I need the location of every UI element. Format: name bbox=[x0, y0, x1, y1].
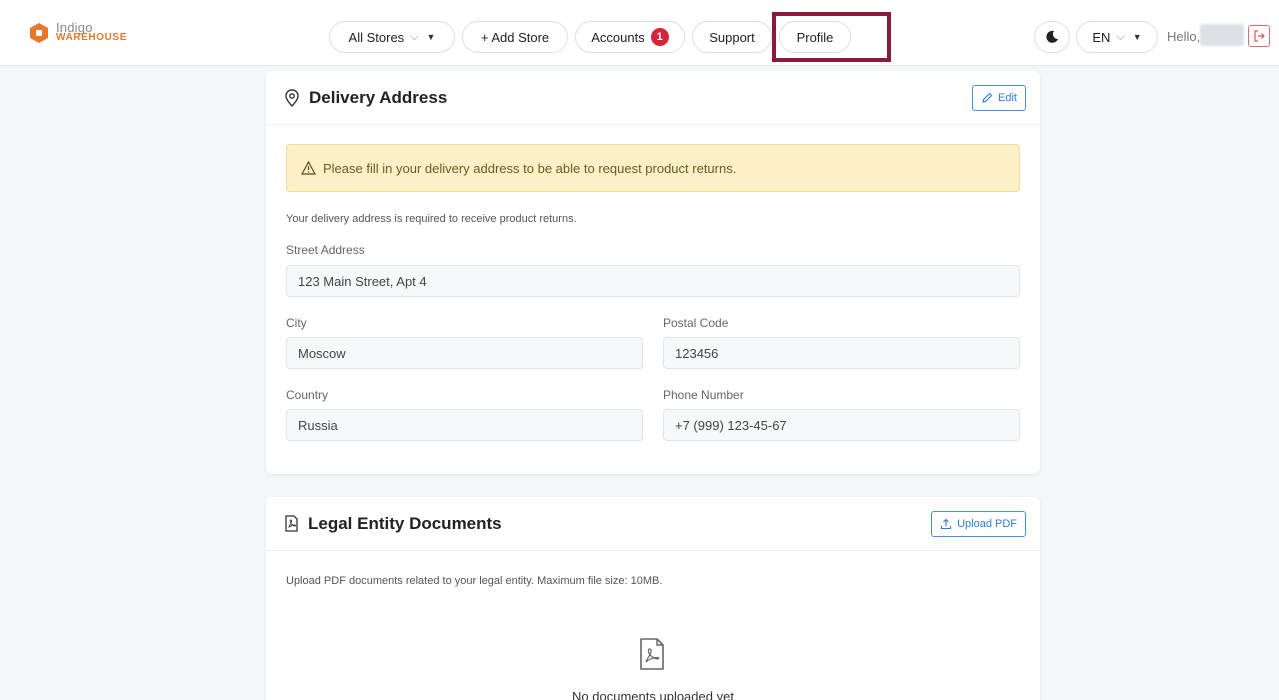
empty-state-text: No documents uploaded yet bbox=[572, 689, 734, 700]
delivery-card-header: Delivery Address Edit bbox=[266, 71, 1040, 125]
logo-text-bottom: WAREHOUSE bbox=[56, 32, 127, 43]
support-label: Support bbox=[709, 29, 755, 45]
legal-description: Upload PDF documents related to your leg… bbox=[286, 575, 663, 587]
logout-icon bbox=[1254, 30, 1265, 42]
street-input[interactable]: 123 Main Street, Apt 4 bbox=[286, 265, 1020, 297]
postal-label: Postal Code bbox=[663, 316, 729, 330]
logout-button[interactable] bbox=[1248, 25, 1270, 47]
accounts-badge: 1 bbox=[650, 28, 669, 46]
username-redacted bbox=[1200, 24, 1244, 46]
caret-down-icon: ▼ bbox=[426, 32, 436, 42]
top-header: Indigo WAREHOUSE All Stores ⌵ ▼ + Add St… bbox=[0, 0, 1279, 66]
legal-card-header: Legal Entity Documents Upload PDF bbox=[266, 497, 1040, 551]
edit-button[interactable]: Edit bbox=[972, 85, 1026, 111]
theme-toggle-button[interactable] bbox=[1034, 21, 1070, 53]
warning-alert: Please fill in your delivery address to … bbox=[286, 144, 1020, 192]
logo[interactable]: Indigo WAREHOUSE bbox=[28, 21, 127, 44]
city-label: City bbox=[286, 316, 307, 330]
moon-icon bbox=[1046, 30, 1058, 43]
profile-label: Profile bbox=[796, 29, 834, 45]
logo-icon bbox=[30, 23, 48, 43]
store-selector-label: All Stores bbox=[348, 29, 405, 45]
support-button[interactable]: Support bbox=[692, 21, 772, 53]
city-input[interactable]: Moscow bbox=[286, 337, 643, 369]
street-label: Street Address bbox=[286, 243, 365, 257]
greeting-text: Hello, bbox=[1167, 29, 1201, 44]
postal-input[interactable]: 123456 bbox=[663, 337, 1020, 369]
phone-label: Phone Number bbox=[663, 388, 744, 402]
store-selector[interactable]: All Stores ⌵ ▼ bbox=[329, 21, 455, 53]
legal-documents-card: Legal Entity Documents Upload PDF Upload… bbox=[266, 497, 1040, 700]
delivery-title: Delivery Address bbox=[309, 87, 448, 107]
delivery-hint: Your delivery address is required to rec… bbox=[286, 213, 577, 225]
upload-icon bbox=[941, 518, 952, 530]
location-pin-icon bbox=[285, 88, 299, 107]
upload-pdf-button[interactable]: Upload PDF bbox=[931, 511, 1026, 537]
legal-title: Legal Entity Documents bbox=[308, 513, 502, 533]
upload-pdf-label: Upload PDF bbox=[957, 518, 1017, 530]
pdf-file-icon bbox=[640, 638, 664, 670]
accounts-button[interactable]: Accounts 1 bbox=[575, 21, 685, 53]
caret-down-icon: ▼ bbox=[1132, 32, 1142, 42]
language-selector[interactable]: EN ⌵ ▼ bbox=[1076, 21, 1158, 53]
country-label: Country bbox=[286, 388, 329, 402]
pencil-icon bbox=[982, 92, 993, 103]
add-store-label: + Add Store bbox=[480, 29, 550, 45]
chevron-down-icon: ⌵ bbox=[1116, 30, 1125, 43]
warning-text: Please fill in your delivery address to … bbox=[323, 160, 737, 176]
chevron-down-icon: ⌵ bbox=[410, 30, 419, 43]
add-store-button[interactable]: + Add Store bbox=[462, 21, 568, 53]
delivery-address-card: Delivery Address Edit Please fill in you… bbox=[266, 71, 1040, 474]
phone-input[interactable]: +7 (999) 123-45-67 bbox=[663, 409, 1020, 441]
language-label: EN bbox=[1092, 29, 1111, 45]
pdf-file-icon bbox=[285, 515, 298, 532]
accounts-label: Accounts bbox=[591, 29, 645, 45]
country-input[interactable]: Russia bbox=[286, 409, 643, 441]
profile-button[interactable]: Profile bbox=[779, 21, 851, 53]
warning-icon bbox=[301, 161, 316, 175]
edit-label: Edit bbox=[998, 92, 1017, 104]
